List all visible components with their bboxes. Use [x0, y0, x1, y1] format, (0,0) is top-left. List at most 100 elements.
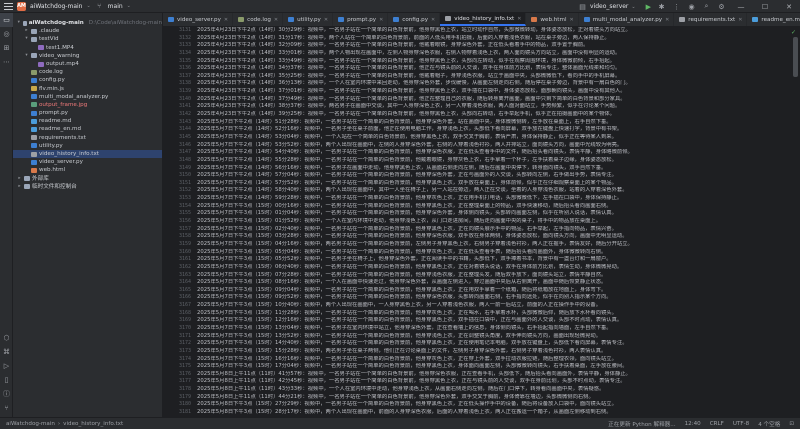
editor-scrollbar[interactable]: ✓	[790, 27, 800, 417]
text-line[interactable]: 2025年5月7日下午3点（15时）02分40秒：视频中，一名男子站在一个简单的…	[197, 226, 787, 234]
git-button[interactable]: ⑂	[0, 401, 13, 415]
text-line[interactable]: 2025年5月7日下午3点（15时）04分16秒：视频中，两名男子站在一个简单的…	[197, 241, 787, 249]
terminal-button[interactable]: ▯	[0, 373, 13, 387]
tree-item[interactable]: web.html	[13, 166, 162, 174]
editor-tab[interactable]: readme_en.md✕	[747, 13, 800, 26]
tree-item[interactable]: video_history_info.txt	[13, 150, 162, 159]
editor-tab[interactable]: requirements.txt ✕	[674, 13, 748, 26]
text-line[interactable]: 2025年5月7日下午3点（15时）17分04秒：视频中，一名男子站在一个简单的…	[197, 363, 787, 371]
text-line[interactable]: 2025年4月23日下午2点（14时）37分01秒：视频中，一名男子站在一个简单…	[197, 88, 787, 96]
text-line[interactable]: 2025年4月23日下午2点（14时）34分37秒：视频中，一名男子站在一个简单…	[197, 65, 787, 73]
tree-item[interactable]: ▸ 临时文件和控制台	[13, 183, 162, 191]
text-line[interactable]: 2025年5月7日下午3点（15时）05分52秒：视频中，一名男子坐在椅子上，他…	[197, 256, 787, 264]
tree-item[interactable]: video_server.py	[13, 158, 162, 166]
text-line[interactable]: 2025年4月23日下午2点（14时）39分25秒：视频中，一名男子站在一个简单…	[197, 111, 787, 119]
text-line[interactable]: 2025年4月23日下午2点（14时）32分09秒：视频中，一名男子站在一个简单…	[197, 42, 787, 50]
editor-text[interactable]: 2025年4月23日下午2点（14时）30分29秒：视频中，一名男子站在一个简单…	[197, 27, 787, 417]
maximize-button[interactable]: ☐	[756, 0, 774, 13]
profile-icon[interactable]: ◉	[687, 2, 696, 11]
tree-item[interactable]: ▸ .claude	[13, 27, 162, 35]
expand-arrow-icon[interactable]: ▸	[17, 183, 22, 191]
text-line[interactable]: 2025年5月8日上午11点（11时）44分21秒：视频中，一名男子站在一个简单…	[197, 394, 787, 402]
text-line[interactable]: 2025年5月7日下午3点（15时）15分28秒：视频中，两名男子坐在桌子两侧，…	[197, 348, 787, 356]
close-button[interactable]: ✕	[780, 0, 798, 13]
run-configuration-selector[interactable]: ▤ video_server ⌄	[574, 2, 640, 12]
interpreter-status[interactable]: 正在更新 Python 解释器...	[608, 420, 675, 428]
tree-item[interactable]: readme_en.md	[13, 125, 162, 133]
text-line[interactable]: 2025年5月7日下午3点（15时）14分40秒：视频中，一名男子站在一个简单的…	[197, 340, 787, 348]
editor[interactable]: 3131 3132 3133 3134 3135 3136 3137 3138 3139 3140…	[163, 27, 800, 417]
text-line[interactable]: 2025年5月7日下午3点（15时）01分04秒：视频中，一名男子站在一个简单的…	[197, 210, 787, 218]
text-line[interactable]: 2025年5月8日上午11点（11时）41分57秒：视频中，一名男子站在一个简单…	[197, 371, 787, 379]
text-line[interactable]: 2025年5月7日下午2点（14时）57分04秒：视频中，一名男子站在一个简单的…	[197, 172, 787, 180]
project-tool-button[interactable]: ▭	[0, 13, 13, 27]
tree-item[interactable]: config.py	[13, 76, 162, 84]
python-packages-button[interactable]: ⬡	[0, 331, 13, 345]
tree-item[interactable]: ▾ testVid	[13, 35, 162, 43]
text-line[interactable]: 2025年5月8日下午3点（15时）28分17秒：视频中，两个人出现在画面中，前…	[197, 409, 787, 417]
file-encoding[interactable]: UTF-8	[733, 421, 749, 427]
close-tab-icon[interactable]: ✕	[224, 17, 228, 23]
editor-tab[interactable]: web.html ✕	[526, 13, 579, 26]
more-actions-icon[interactable]: ⋮	[672, 2, 681, 11]
close-tab-icon[interactable]: ✕	[738, 17, 742, 23]
editor-tab[interactable]: multi_modal_analyzer.py ✕	[579, 13, 675, 26]
structure-tool-button[interactable]: ⊞	[0, 41, 13, 55]
text-line[interactable]: 2025年5月7日下午3点（15时）16分16秒：视频中，一名男子站在一个简单的…	[197, 356, 787, 364]
main-menu-icon[interactable]	[4, 2, 13, 10]
tree-item[interactable]: output_frame.jpg	[13, 101, 162, 109]
tree-item[interactable]: requirements.txt	[13, 134, 162, 142]
breadcrumb-file[interactable]: video_history_info.txt	[63, 421, 123, 427]
text-line[interactable]: 2025年4月23日下午2点（14时）37分49秒：视频中，一名男子站在一个简单…	[197, 96, 787, 104]
tree-item[interactable]: ▾ aiWatchdog-main D:\Code\aiWatchdog-main	[13, 19, 162, 27]
text-line[interactable]: 2025年5月7日下午3点（15时）08分16秒：视频中，一个人在画面中快速走过…	[197, 279, 787, 287]
text-line[interactable]: 2025年5月7日下午3点（15时）09分04秒：视频中，一名男子站在一个简单的…	[197, 287, 787, 295]
tree-item[interactable]: ▾ video_warning	[13, 52, 162, 60]
debug-icon[interactable]: ✱	[657, 2, 666, 11]
close-tab-icon[interactable]: ✕	[379, 17, 383, 23]
text-line[interactable]: 2025年5月7日下午3点（15时）10分40秒：视频中，两个人出现在画面中，一…	[197, 302, 787, 310]
text-line[interactable]: 2025年5月8日下午3点（15时）27分29秒：视频中，一名男子站在一个简单的…	[197, 401, 787, 409]
minimize-button[interactable]: —	[732, 0, 750, 13]
expand-arrow-icon[interactable]: ▾	[24, 35, 29, 43]
chevron-down-icon[interactable]: ⌄	[86, 3, 90, 9]
settings-icon[interactable]: ⚙	[717, 2, 726, 11]
editor-tab[interactable]: code.log ✕	[233, 13, 284, 26]
text-line[interactable]: 2025年5月7日下午2点（14时）57分52秒：视频中，一名男子站在一个简单的…	[197, 180, 787, 188]
close-tab-icon[interactable]: ✕	[324, 17, 328, 23]
expand-arrow-icon[interactable]: ▾	[17, 19, 21, 27]
tree-item[interactable]: test1.MP4	[13, 44, 162, 52]
text-line[interactable]: 2025年5月7日下午3点（15时）07分28秒：视频中，一名男子站在一个简单的…	[197, 272, 787, 280]
breadcrumb-root[interactable]: aiWatchdog-main	[6, 421, 55, 427]
text-line[interactable]: 2025年5月7日下午3点（15时）09分52秒：视频中，一名男子站在一个简单的…	[197, 294, 787, 302]
text-line[interactable]: 2025年5月7日下午2点（14时）59分28秒：视频中，一名男子站在一个简单的…	[197, 195, 787, 203]
tree-item[interactable]: code.log	[13, 68, 162, 76]
text-line[interactable]: 2025年4月23日下午2点（14时）30分29秒：视频中，一名男子站在一个简单…	[197, 27, 787, 35]
chevron-down-icon[interactable]: ⌄	[127, 3, 131, 9]
close-tab-icon[interactable]: ✕	[274, 17, 278, 23]
branch-name[interactable]: main	[108, 3, 123, 10]
search-icon[interactable]: ⌕	[702, 2, 711, 11]
text-line[interactable]: 2025年5月7日下午2点（14时）53分04秒：视频中，一个人站在一个简单的白…	[197, 134, 787, 142]
text-line[interactable]: 2025年4月23日下午2点（14时）33分01秒：视频中，两个人物出现在画面中…	[197, 50, 787, 58]
text-line[interactable]: 2025年5月7日下午3点（15时）03分28秒：视频中，一名男子站在一个简单的…	[197, 233, 787, 241]
tree-item[interactable]: ▸ 外部库	[13, 175, 162, 183]
text-line[interactable]: 2025年5月7日下午2点（14时）51分28秒：视频中，一名男子站在一个简单的…	[197, 119, 787, 127]
text-line[interactable]: 2025年5月8日上午11点（11时）42分45秒：视频中，一名男子站在一个简单…	[197, 378, 787, 386]
text-line[interactable]: 2025年5月7日下午2点（14时）54分40秒：视频中，一名男子站在一个简单的…	[197, 149, 787, 157]
indent-setting[interactable]: 4 个空格	[758, 420, 780, 428]
editor-tab[interactable]: video_history_info.txt ✕	[440, 13, 527, 26]
text-line[interactable]: 2025年5月7日下午2点（14时）55分28秒：视频中，一名男子站在一个简单的…	[197, 157, 787, 165]
tree-item[interactable]: multi_modal_analyzer.py	[13, 93, 162, 101]
text-line[interactable]: 2025年5月7日下午3点（15时）13分04秒：视频中，一名男子在室内环境中站…	[197, 325, 787, 333]
editor-tab[interactable]: utility.py ✕	[283, 13, 334, 26]
close-tab-icon[interactable]: ✕	[665, 17, 669, 23]
close-tab-icon[interactable]: ✕	[570, 17, 574, 23]
text-line[interactable]: 2025年5月7日下午2点（14时）58分40秒：视频中，两个人出现在画面中，其…	[197, 187, 787, 195]
editor-tab[interactable]: video_server.py ✕	[163, 13, 234, 26]
text-line[interactable]: 2025年4月23日下午2点（14时）33分49秒：视频中，一名男子站在一个简单…	[197, 58, 787, 66]
text-line[interactable]: 2025年4月23日下午2点（14时）36分13秒：视频中，一个人在室内环境中来…	[197, 80, 787, 88]
text-line[interactable]: 2025年5月7日下午3点（15时）13分52秒：视频中，一名男子站在一个简单的…	[197, 333, 787, 341]
text-line[interactable]: 2025年5月7日下午3点（15时）12分16秒：视频中，一名男子站在一个简单的…	[197, 317, 787, 325]
tree-item[interactable]: utility.py	[13, 142, 162, 150]
